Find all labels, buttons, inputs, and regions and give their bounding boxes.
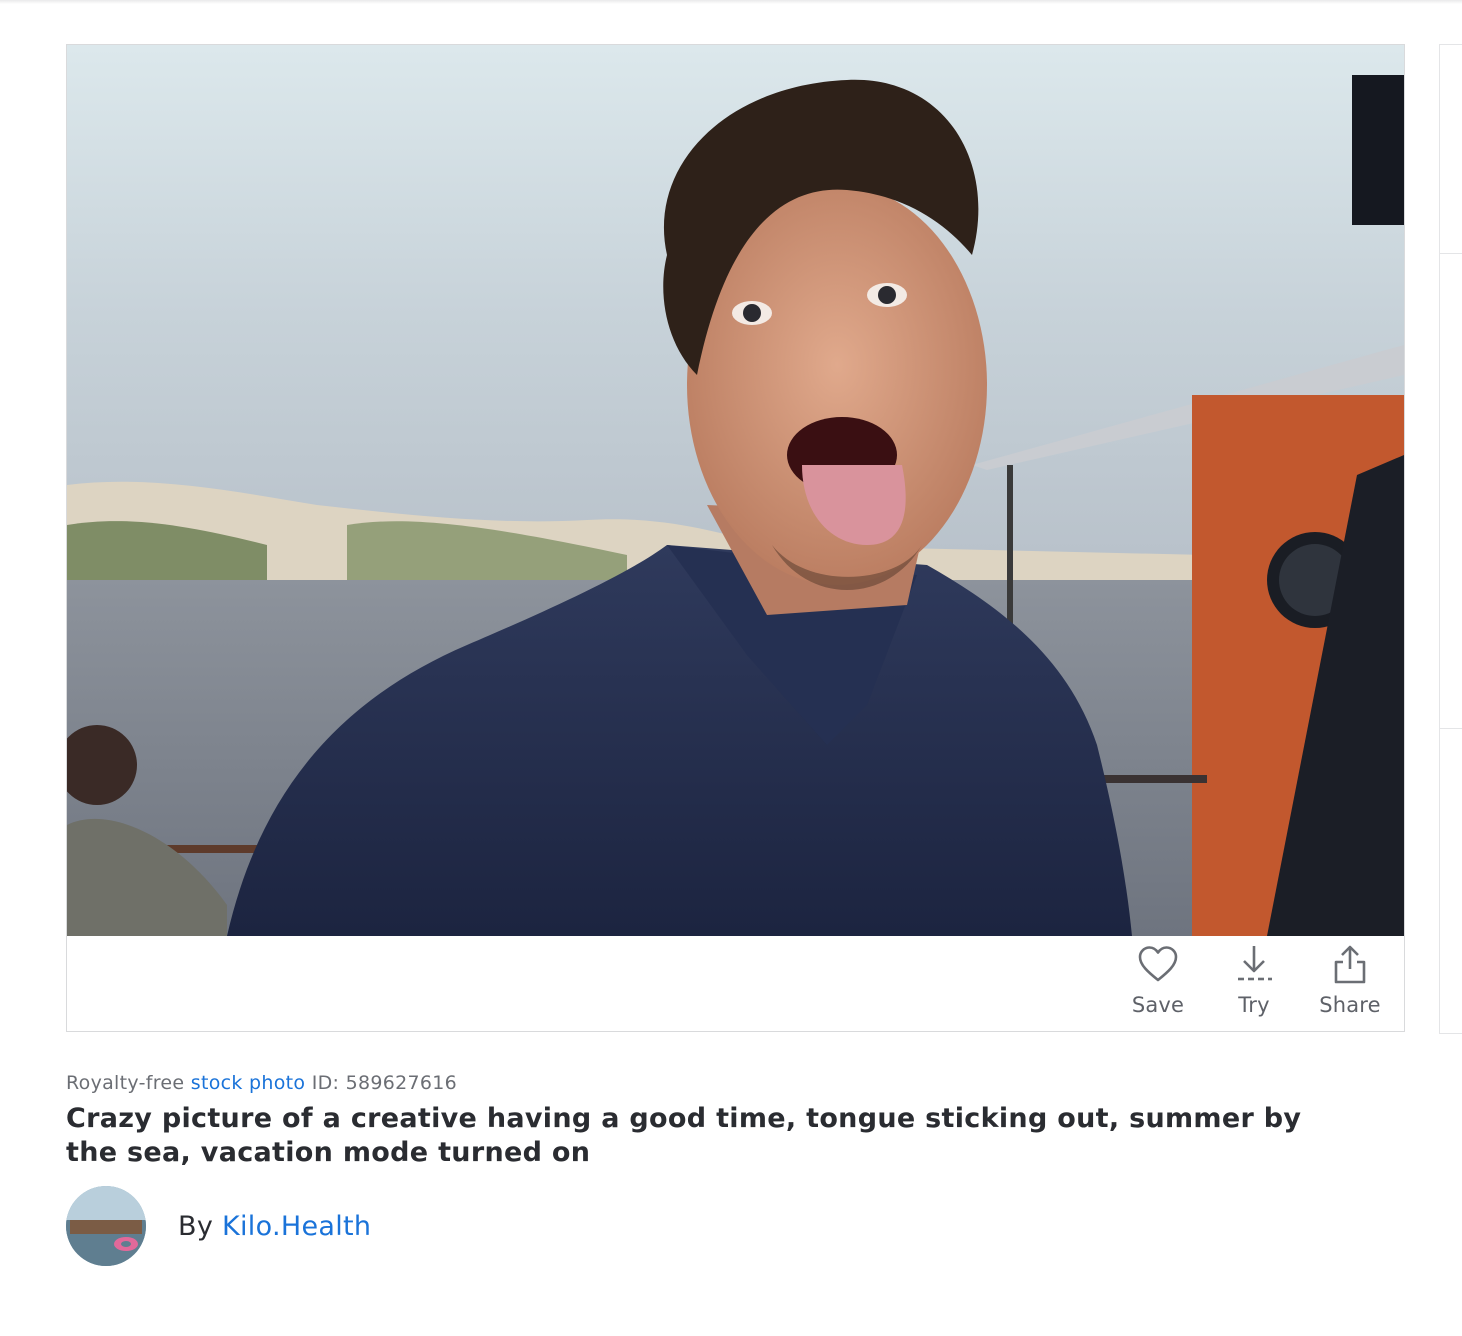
avatar[interactable] (66, 1186, 146, 1266)
license-label: Royalty-free (66, 1072, 185, 1094)
save-label: Save (1131, 993, 1185, 1017)
side-divider (1440, 728, 1462, 729)
id-value: 589627616 (345, 1072, 458, 1094)
author-credit: By Kilo.Health (178, 1211, 371, 1242)
by-label: By (178, 1210, 214, 1242)
next-card-edge (1439, 44, 1462, 1034)
avatar-image (66, 1186, 146, 1266)
try-label: Try (1238, 993, 1270, 1017)
share-icon (1334, 945, 1366, 984)
media-card: Save Try Share (66, 44, 1405, 1032)
photo-illustration (67, 45, 1404, 936)
top-divider (0, 0, 1462, 4)
download-icon (1238, 946, 1272, 981)
save-button[interactable]: Save (1110, 935, 1206, 1031)
try-button[interactable]: Try (1206, 935, 1302, 1031)
stock-photo[interactable] (67, 45, 1404, 936)
photo-title: Crazy picture of a creative having a goo… (66, 1103, 1302, 1168)
stock-photo-link[interactable]: stock photo (191, 1072, 306, 1094)
share-label: Share (1319, 993, 1381, 1017)
author-row: By Kilo.Health (66, 1186, 371, 1266)
heart-icon (1138, 946, 1178, 982)
photo-actions: Save Try Share (1110, 935, 1404, 1031)
share-button[interactable]: Share (1302, 935, 1398, 1031)
author-link[interactable]: Kilo.Health (222, 1211, 371, 1242)
side-divider (1440, 253, 1462, 254)
id-label: ID: (311, 1072, 340, 1094)
photo-meta: Royalty-free stock photo ID: 589627616 (66, 1072, 457, 1094)
